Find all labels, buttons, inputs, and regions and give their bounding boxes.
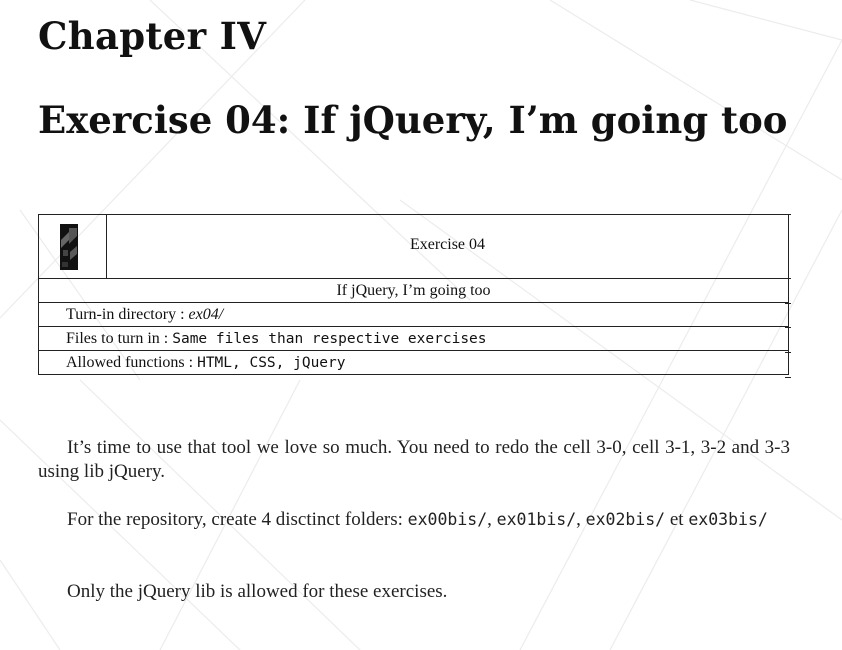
repo-et: et — [665, 509, 689, 530]
folder-ex03bis: ex03bis/ — [688, 510, 768, 529]
logo-cell — [38, 214, 107, 279]
allowed-label: Allowed functions : — [66, 353, 198, 371]
folder-ex00bis: ex00bis/ — [407, 510, 488, 529]
files-label: Files to turn in : — [66, 329, 173, 347]
folder-ex02bis: ex02bis/ — [585, 510, 666, 529]
allowed-value: HTML, CSS, jQuery — [197, 354, 346, 371]
turnin-label: Turn-in directory : — [66, 305, 189, 323]
table-edge-tick — [785, 352, 791, 353]
files-value: Same files than respective exercises — [172, 330, 487, 347]
table-edge-tick — [785, 327, 791, 328]
turnin-row: Turn-in directory : ex04/ — [38, 302, 789, 327]
repo-prefix: For the repository, create 4 disctinct f… — [67, 509, 408, 530]
exercise-label: Exercise 04 — [409, 235, 486, 253]
table-edge-tick — [785, 278, 791, 279]
paragraph-repository: For the repository, create 4 disctinct f… — [38, 508, 790, 532]
chapter-title: Chapter IV — [38, 14, 267, 58]
table-edge-tick — [785, 377, 791, 378]
exercise-label-cell: Exercise 04 — [106, 214, 789, 279]
paragraph-intro: It’s time to use that tool we love so mu… — [38, 436, 790, 484]
paragraph-rules-text: Only the jQuery lib is allowed for these… — [67, 581, 448, 602]
turnin-value: ex04/ — [188, 305, 224, 323]
folder-ex01bis: ex01bis/ — [496, 510, 577, 529]
exercise-info-table: Exercise 04 If jQuery, I’m going too Tur… — [38, 214, 789, 375]
files-row: Files to turn in : Same files than respe… — [38, 326, 789, 351]
repo-sep-1: , — [487, 509, 497, 530]
table-edge-tick — [785, 214, 791, 215]
42-logo-icon — [59, 223, 78, 270]
paragraph-intro-text: It’s time to use that tool we love so mu… — [38, 437, 790, 482]
repo-sep-2: , — [576, 509, 586, 530]
table-edge-tick — [785, 303, 791, 304]
exercise-subtitle: If jQuery, I’m going too — [38, 278, 789, 303]
allowed-row: Allowed functions : HTML, CSS, jQuery — [38, 350, 789, 375]
paragraph-rules: Only the jQuery lib is allowed for these… — [38, 580, 790, 604]
exercise-heading: Exercise 04: If jQuery, I’m going too — [38, 98, 788, 142]
